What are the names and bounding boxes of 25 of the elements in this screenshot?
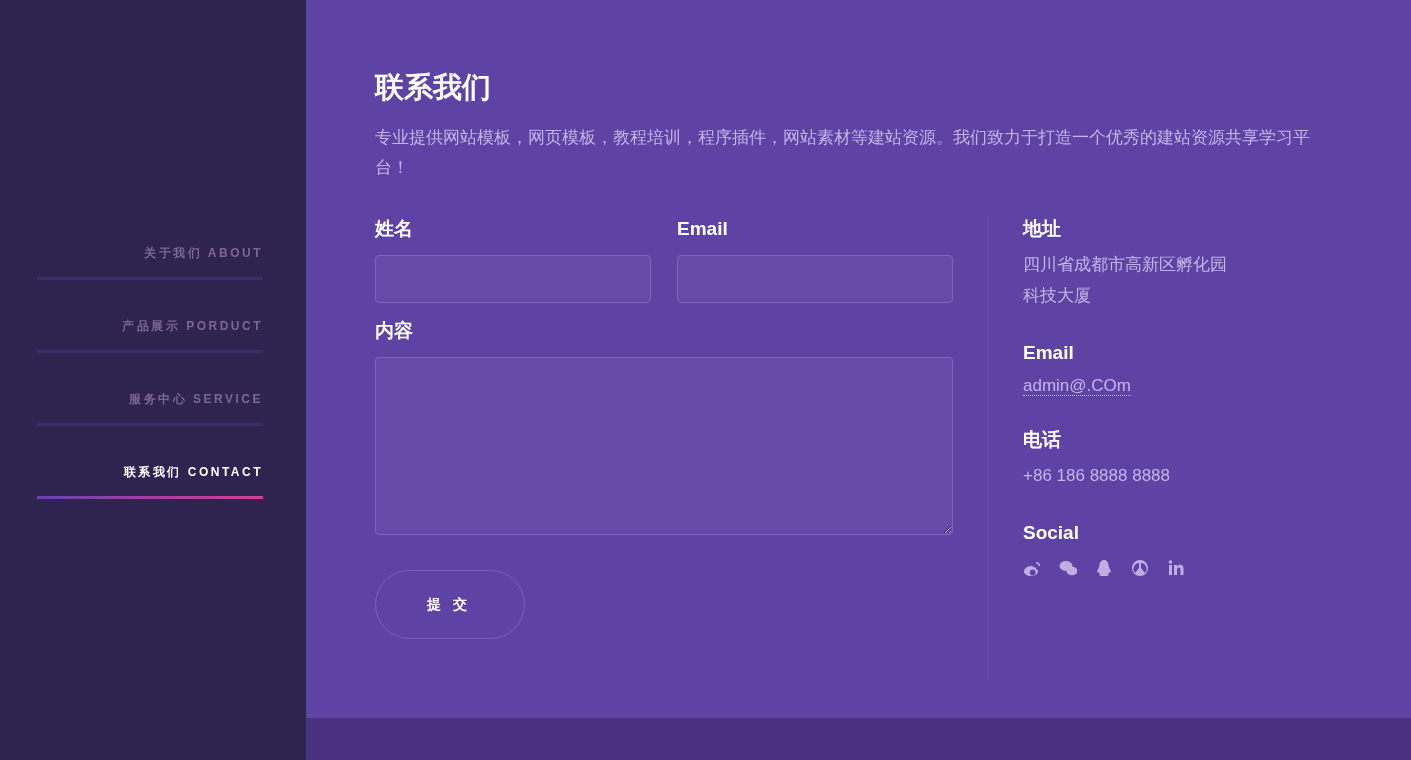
email-field[interactable] [677,254,953,303]
nav-item[interactable]: 服务中心 SERVICE [37,390,263,426]
email-link[interactable]: admin@.COm [1023,375,1131,396]
penguin-icon[interactable] [1095,559,1113,578]
description: 专业提供网站模板，网页模板，教程培训，程序插件，网站素材等建站资源。我们致力于打造一个优秀的建站资源共享学习平台！ [375,126,1311,179]
info-heading: Social [1023,521,1080,546]
info-heading: 电话 [1023,428,1062,453]
nav-item[interactable]: 产品展示 PORDUCT [37,317,263,353]
info-heading: 地址 [1023,216,1062,241]
weibo-icon[interactable] [1023,559,1041,578]
info-heading: Email [1023,340,1075,365]
field-label: 姓名 [375,216,414,241]
chat-bubbles-icon[interactable] [1059,559,1077,578]
address-line: 四川省成都市高新区孵化园 [1023,253,1227,276]
phone-number: +86 186 8888 8888 [1023,465,1171,488]
linkedin-icon[interactable] [1167,559,1185,578]
address-line: 科技大厦 [1023,284,1092,307]
nav-item[interactable]: 联系我们 CONTACT [37,463,263,499]
circle-logo-icon[interactable] [1131,559,1149,578]
name-field[interactable] [375,254,651,303]
field-label: 内容 [375,318,414,343]
page-title: 联系我们 [375,70,492,105]
field-label: Email [677,216,729,241]
nav-item[interactable]: 关于我们 ABOUT [37,244,263,280]
content-field[interactable] [375,356,953,535]
